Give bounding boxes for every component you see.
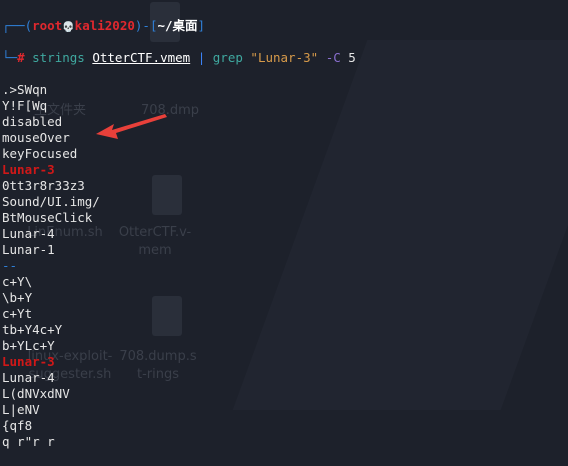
output-line: q r"r r xyxy=(2,434,55,449)
arrow-annotation xyxy=(96,114,167,139)
output-line: {qf8 xyxy=(2,418,33,433)
red-arrow-icon xyxy=(96,114,167,139)
